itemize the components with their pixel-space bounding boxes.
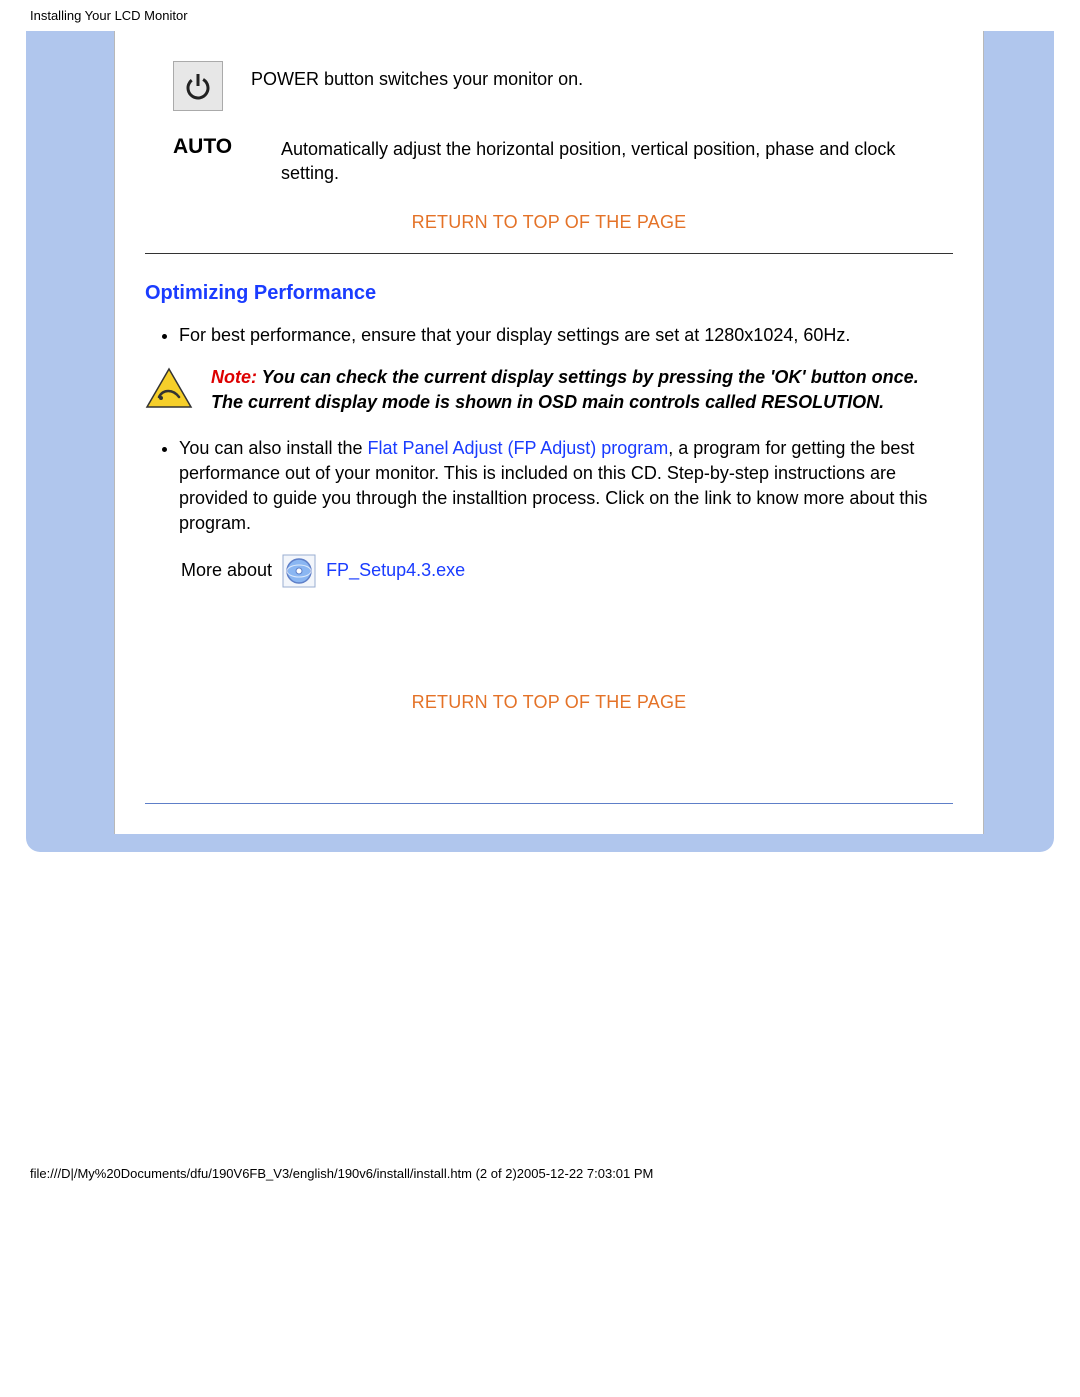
more-about-row: More about FP_Setup4.3.exe: [181, 554, 953, 588]
power-row: POWER button switches your monitor on.: [145, 61, 953, 111]
bottom-divider-band: [145, 803, 953, 824]
bullet-list-2: You can also install the Flat Panel Adju…: [145, 436, 953, 535]
bullet2-pre: You can also install the: [179, 438, 367, 458]
optimizing-heading: Optimizing Performance: [145, 282, 953, 305]
note-body: You can check the current display settin…: [211, 367, 919, 411]
note-text: Note: You can check the current display …: [211, 365, 953, 414]
fp-adjust-link[interactable]: Flat Panel Adjust (FP Adjust) program: [367, 438, 668, 458]
bullet-list-1: For best performance, ensure that your d…: [145, 323, 953, 348]
footer-file-path: file:///D|/My%20Documents/dfu/190V6FB_V3…: [0, 1152, 1080, 1191]
page-outer-frame: POWER button switches your monitor on. A…: [26, 31, 1054, 852]
content-panel: POWER button switches your monitor on. A…: [114, 31, 984, 834]
return-to-top-link-2[interactable]: RETURN TO TOP OF THE PAGE: [145, 692, 953, 713]
bullet-resolution: For best performance, ensure that your d…: [179, 323, 953, 348]
auto-description: Automatically adjust the horizontal posi…: [281, 131, 953, 186]
page-title-header: Installing Your LCD Monitor: [0, 0, 1080, 31]
more-about-label: More about: [181, 560, 272, 581]
return-to-top-link-1[interactable]: RETURN TO TOP OF THE PAGE: [145, 212, 953, 233]
power-description: POWER button switches your monitor on.: [251, 61, 583, 91]
auto-row: AUTO Automatically adjust the horizontal…: [145, 131, 953, 186]
note-prefix: Note:: [211, 367, 262, 387]
auto-label: AUTO: [173, 131, 253, 159]
power-icon: [173, 61, 223, 111]
cd-icon: [282, 554, 316, 588]
warning-icon: [145, 367, 193, 411]
bullet-fpadjust: You can also install the Flat Panel Adju…: [179, 436, 953, 535]
note-row: Note: You can check the current display …: [145, 365, 953, 414]
fp-setup-link[interactable]: FP_Setup4.3.exe: [326, 560, 465, 581]
divider: [145, 253, 953, 254]
